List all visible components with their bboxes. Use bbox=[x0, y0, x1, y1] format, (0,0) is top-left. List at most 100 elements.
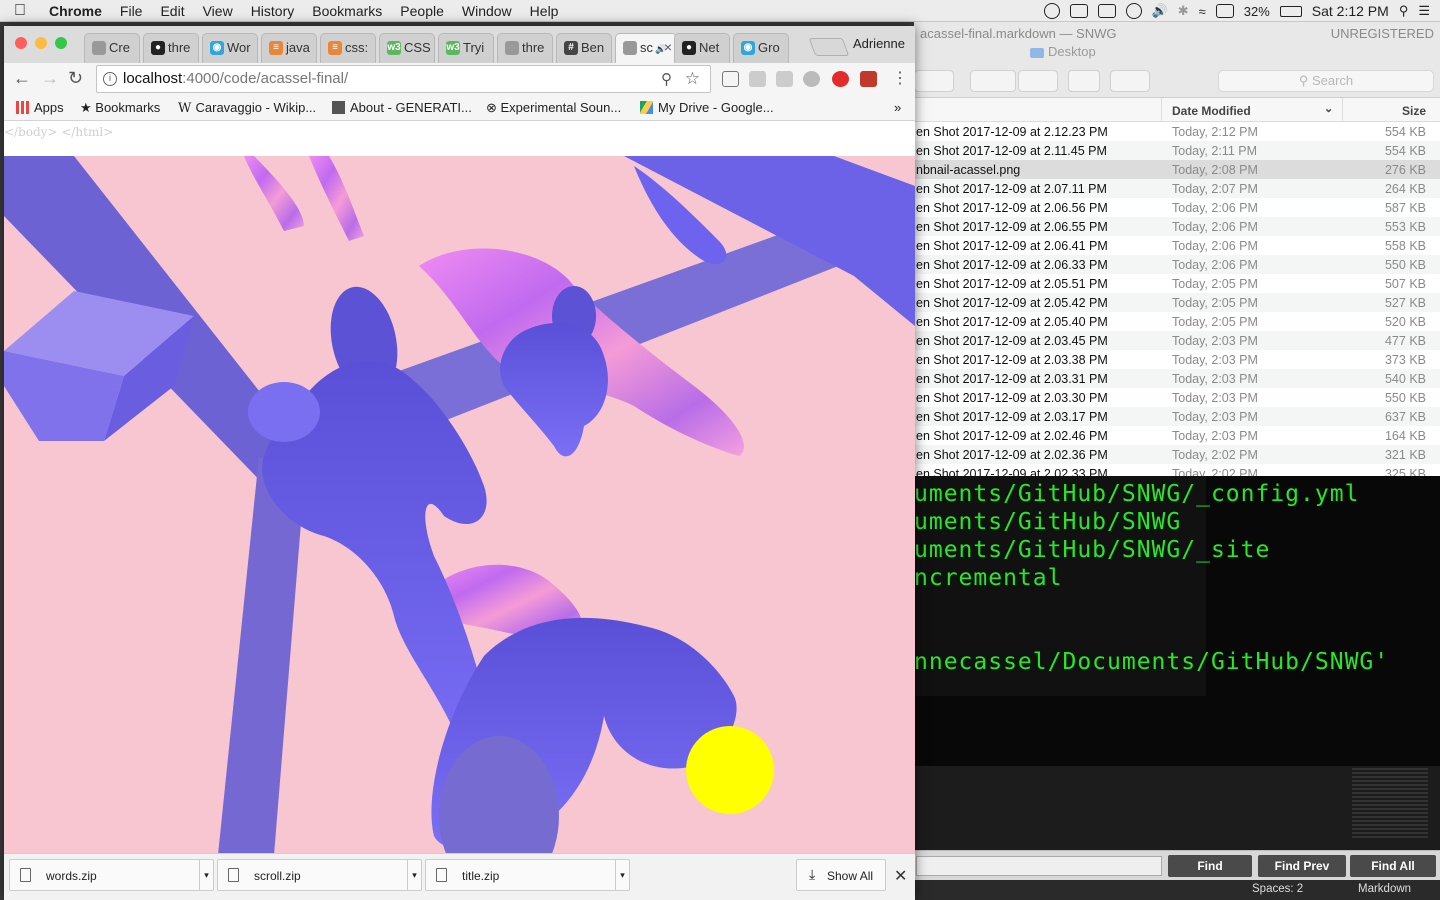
apple-icon[interactable]:  bbox=[0, 2, 40, 20]
file-row[interactable]: en Shot 2017-12-09 at 2.06.56 PM Today, 2… bbox=[914, 198, 1440, 217]
download-item-title[interactable]: title.zip ▾ bbox=[425, 859, 630, 891]
new-tab-button[interactable] bbox=[808, 38, 850, 56]
file-row[interactable]: en Shot 2017-12-09 at 2.03.17 PM Today, 2… bbox=[914, 407, 1440, 426]
menu-bookmarks[interactable]: Bookmarks bbox=[303, 3, 391, 19]
file-row[interactable]: en Shot 2017-12-09 at 2.02.33 PM Today, 2… bbox=[914, 464, 1440, 477]
time-machine-icon[interactable] bbox=[1125, 3, 1142, 19]
spaces-indicator[interactable]: Spaces: 2 bbox=[1252, 883, 1303, 895]
adblock-icon[interactable] bbox=[832, 71, 849, 87]
file-row[interactable]: en Shot 2017-12-09 at 2.02.46 PM Today, 2… bbox=[914, 426, 1440, 445]
find-prev-button[interactable]: Find Prev bbox=[1258, 855, 1346, 877]
menu-history[interactable]: History bbox=[242, 3, 304, 19]
bookmark-bookmarks[interactable]: ★ Bookmarks bbox=[80, 100, 160, 116]
show-all-downloads-button[interactable]: ⤓ Show All bbox=[796, 859, 886, 891]
sort-chevron-icon[interactable]: ⌄ bbox=[1324, 102, 1333, 115]
info-icon[interactable]: i bbox=[103, 72, 117, 86]
tab-7[interactable]: w3 Tryi bbox=[438, 33, 494, 63]
tab-9[interactable]: # Ben bbox=[556, 33, 612, 63]
tab-4[interactable]: ≡ java bbox=[261, 33, 317, 63]
bluetooth-icon[interactable]: ✱ bbox=[1178, 3, 1189, 19]
zoom-window-button[interactable] bbox=[55, 37, 67, 49]
editor-area[interactable] bbox=[914, 766, 1440, 850]
bookmark-experimental-sound[interactable]: ⊗ Experimental Soun... bbox=[486, 100, 621, 116]
minimap[interactable] bbox=[1352, 768, 1428, 838]
forward-icon[interactable]: → bbox=[41, 68, 59, 89]
cloud-upload-icon[interactable] bbox=[1069, 4, 1088, 18]
extension-icon[interactable] bbox=[776, 71, 793, 87]
file-row[interactable]: en Shot 2017-12-09 at 2.06.41 PM Today, 2… bbox=[914, 236, 1440, 255]
find-all-button[interactable]: Find All bbox=[1350, 855, 1436, 877]
file-row[interactable]: en Shot 2017-12-09 at 2.06.33 PM Today, 2… bbox=[914, 255, 1440, 274]
size-header[interactable]: Size bbox=[1402, 104, 1426, 118]
file-row[interactable]: en Shot 2017-12-09 at 2.12.23 PM Today, 2… bbox=[914, 122, 1440, 141]
menu-people[interactable]: People bbox=[391, 3, 453, 19]
clock[interactable]: Sat 2:12 PM bbox=[1312, 3, 1389, 19]
tag-icon[interactable] bbox=[1110, 70, 1150, 92]
bookmark-google-drive[interactable]: My Drive - Google... bbox=[640, 100, 774, 115]
reload-icon[interactable]: ↻ bbox=[68, 68, 83, 89]
terminal-output[interactable]: uments/GitHub/SNWG/_config.yml uments/Git… bbox=[914, 476, 1440, 766]
volume-icon[interactable]: 🔊 bbox=[1152, 3, 1168, 19]
date-modified-header[interactable]: Date Modified bbox=[1172, 104, 1251, 118]
menu-edit[interactable]: Edit bbox=[151, 3, 193, 19]
tab-2[interactable]: ● thre bbox=[143, 33, 199, 63]
bookmark-star-icon[interactable]: ☆ bbox=[685, 69, 700, 89]
menu-app-name[interactable]: Chrome bbox=[40, 3, 111, 19]
address-bar[interactable]: i localhost:4000/code/acassel-final/ ⚲ ☆ bbox=[96, 65, 711, 93]
tab-12[interactable]: ◉ Gro bbox=[733, 33, 789, 63]
tab-1[interactable]: Cre bbox=[84, 33, 140, 63]
download-menu-caret-icon[interactable]: ▾ bbox=[615, 860, 629, 890]
file-row[interactable]: nbnail-acassel.png Today, 2:08 PM 276 KB bbox=[914, 160, 1440, 179]
bookmarks-overflow-icon[interactable]: » bbox=[894, 100, 901, 115]
wifi-icon[interactable]: ≈ bbox=[1199, 4, 1206, 19]
bookmark-generati[interactable]: About - GENERATI... bbox=[332, 100, 472, 115]
arrange-button[interactable] bbox=[970, 70, 1016, 92]
tab-3[interactable]: ◉ Wor bbox=[202, 33, 258, 63]
file-row[interactable]: en Shot 2017-12-09 at 2.03.31 PM Today, 2… bbox=[914, 369, 1440, 388]
file-row[interactable]: en Shot 2017-12-09 at 2.03.45 PM Today, 2… bbox=[914, 331, 1440, 350]
close-downloads-bar-icon[interactable]: ✕ bbox=[894, 866, 907, 886]
bookmark-apps[interactable]: Apps bbox=[16, 100, 64, 115]
battery-icon[interactable] bbox=[1279, 5, 1302, 17]
tab-10[interactable]: sc 🔊 × bbox=[615, 33, 677, 63]
spotlight-search-icon[interactable]: ⚲ bbox=[1399, 3, 1409, 19]
menu-view[interactable]: View bbox=[194, 3, 242, 19]
close-window-button[interactable] bbox=[15, 37, 27, 49]
page-viewport[interactable]: </body> </html> bbox=[4, 121, 915, 855]
tab-11[interactable]: ● Net bbox=[674, 33, 730, 63]
webgl-scene[interactable] bbox=[4, 156, 915, 855]
tab-5[interactable]: ≡ css: bbox=[320, 33, 376, 63]
view-mode-columns-button[interactable] bbox=[914, 70, 954, 92]
profile-button[interactable]: Adrienne bbox=[853, 36, 905, 51]
bookmark-caravaggio[interactable]: W Caravaggio - Wikip... bbox=[178, 100, 316, 116]
download-menu-caret-icon[interactable]: ▾ bbox=[407, 860, 421, 890]
minimize-window-button[interactable] bbox=[35, 37, 47, 49]
menu-file[interactable]: File bbox=[111, 3, 152, 19]
extension-icon[interactable] bbox=[860, 71, 877, 87]
syntax-indicator[interactable]: Markdown bbox=[1358, 883, 1411, 895]
download-menu-caret-icon[interactable]: ▾ bbox=[199, 860, 213, 890]
cast-icon[interactable] bbox=[722, 71, 739, 87]
keyboard-icon[interactable] bbox=[1215, 4, 1234, 18]
drive-extension-icon[interactable] bbox=[803, 71, 820, 87]
tab-6[interactable]: w3 CSS bbox=[379, 33, 435, 63]
file-row[interactable]: en Shot 2017-12-09 at 2.05.42 PM Today, 2… bbox=[914, 293, 1440, 312]
menu-dots-icon[interactable]: ⋮ bbox=[892, 68, 908, 88]
menu-window[interactable]: Window bbox=[453, 3, 521, 19]
download-item-words[interactable]: words.zip ▾ bbox=[9, 859, 214, 891]
file-row[interactable]: en Shot 2017-12-09 at 2.07.11 PM Today, 2… bbox=[914, 179, 1440, 198]
file-row[interactable]: en Shot 2017-12-09 at 2.03.38 PM Today, 2… bbox=[914, 350, 1440, 369]
share-icon[interactable] bbox=[1068, 70, 1100, 92]
gear-icon[interactable] bbox=[1018, 70, 1058, 92]
file-row[interactable]: en Shot 2017-12-09 at 2.11.45 PM Today, 2… bbox=[914, 141, 1440, 160]
bookmark-app-icon[interactable] bbox=[1097, 4, 1116, 18]
file-row[interactable]: en Shot 2017-12-09 at 2.05.40 PM Today, 2… bbox=[914, 312, 1440, 331]
menu-help[interactable]: Help bbox=[521, 3, 568, 19]
zoom-icon[interactable]: ⚲ bbox=[661, 70, 672, 88]
notification-center-icon[interactable]: ☰ bbox=[1418, 3, 1430, 19]
file-row[interactable]: en Shot 2017-12-09 at 2.06.55 PM Today, 2… bbox=[914, 217, 1440, 236]
file-row[interactable]: en Shot 2017-12-09 at 2.03.30 PM Today, 2… bbox=[914, 388, 1440, 407]
tab-8[interactable]: thre bbox=[497, 33, 553, 63]
finder-search-input[interactable]: ⚲ Search bbox=[1218, 70, 1434, 92]
back-icon[interactable]: ← bbox=[13, 68, 31, 89]
